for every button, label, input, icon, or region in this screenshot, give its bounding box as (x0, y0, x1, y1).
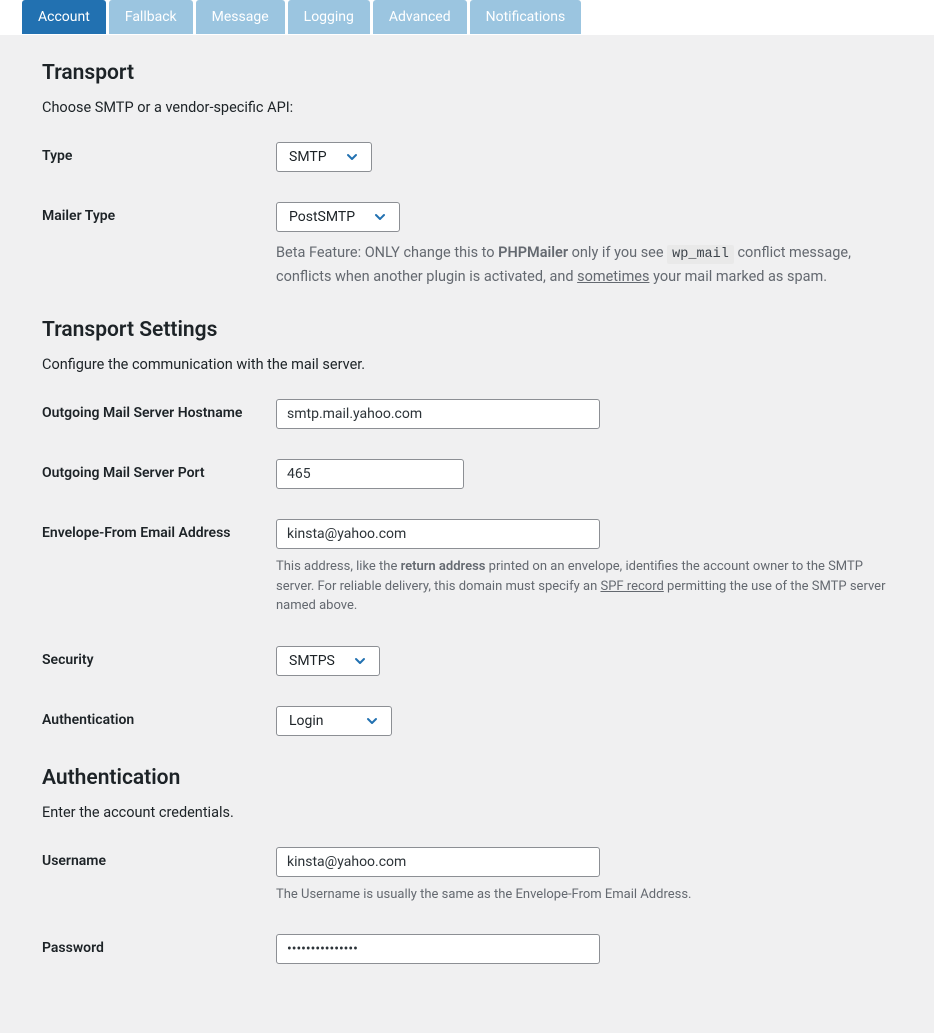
transport-heading: Transport (42, 61, 892, 85)
port-input[interactable] (276, 459, 464, 489)
sometimes-link[interactable]: sometimes (577, 268, 649, 285)
mailer-type-label: Mailer Type (42, 202, 276, 224)
tab-message[interactable]: Message (196, 0, 285, 34)
password-label: Password (42, 922, 276, 956)
transport-desc: Choose SMTP or a vendor-specific API: (42, 99, 892, 116)
username-help: The Username is usually the same as the … (276, 885, 886, 905)
hostname-input[interactable] (276, 399, 600, 429)
envelope-label: Envelope-From Email Address (42, 519, 276, 541)
transport-settings-desc: Configure the communication with the mai… (42, 356, 892, 373)
chevron-down-icon (343, 148, 361, 166)
authentication-label: Authentication (42, 706, 276, 728)
port-label: Outgoing Mail Server Port (42, 459, 276, 481)
tab-bar: Account Fallback Message Logging Advance… (0, 0, 934, 35)
transport-settings-heading: Transport Settings (42, 318, 892, 342)
tab-logging[interactable]: Logging (288, 0, 370, 34)
security-select-value: SMTPS (289, 653, 335, 669)
envelope-help: This address, like the return address pr… (276, 557, 886, 616)
security-label: Security (42, 646, 276, 668)
type-select-value: SMTP (289, 149, 327, 165)
authentication-heading: Authentication (42, 766, 892, 790)
mailer-type-help: Beta Feature: ONLY change this to PHPMai… (276, 242, 872, 288)
chevron-down-icon (351, 652, 369, 670)
authentication-select[interactable]: Login (276, 706, 392, 736)
wp-mail-code: wp_mail (667, 245, 734, 264)
mailer-type-select-value: PostSMTP (289, 209, 355, 225)
tab-advanced[interactable]: Advanced (373, 0, 467, 34)
chevron-down-icon (363, 712, 381, 730)
chevron-down-icon (371, 208, 389, 226)
spf-record-link[interactable]: SPF record (600, 579, 663, 594)
tab-notifications[interactable]: Notifications (470, 0, 582, 34)
security-select[interactable]: SMTPS (276, 646, 380, 676)
username-input[interactable] (276, 847, 600, 877)
authentication-select-value: Login (289, 713, 324, 729)
type-label: Type (42, 142, 276, 164)
username-label: Username (42, 847, 276, 869)
type-select[interactable]: SMTP (276, 142, 372, 172)
envelope-input[interactable] (276, 519, 600, 549)
authentication-desc: Enter the account credentials. (42, 804, 892, 821)
hostname-label: Outgoing Mail Server Hostname (42, 399, 276, 421)
tab-fallback[interactable]: Fallback (109, 0, 193, 34)
password-input[interactable] (276, 934, 600, 964)
mailer-type-select[interactable]: PostSMTP (276, 202, 400, 232)
tab-account[interactable]: Account (22, 0, 106, 34)
